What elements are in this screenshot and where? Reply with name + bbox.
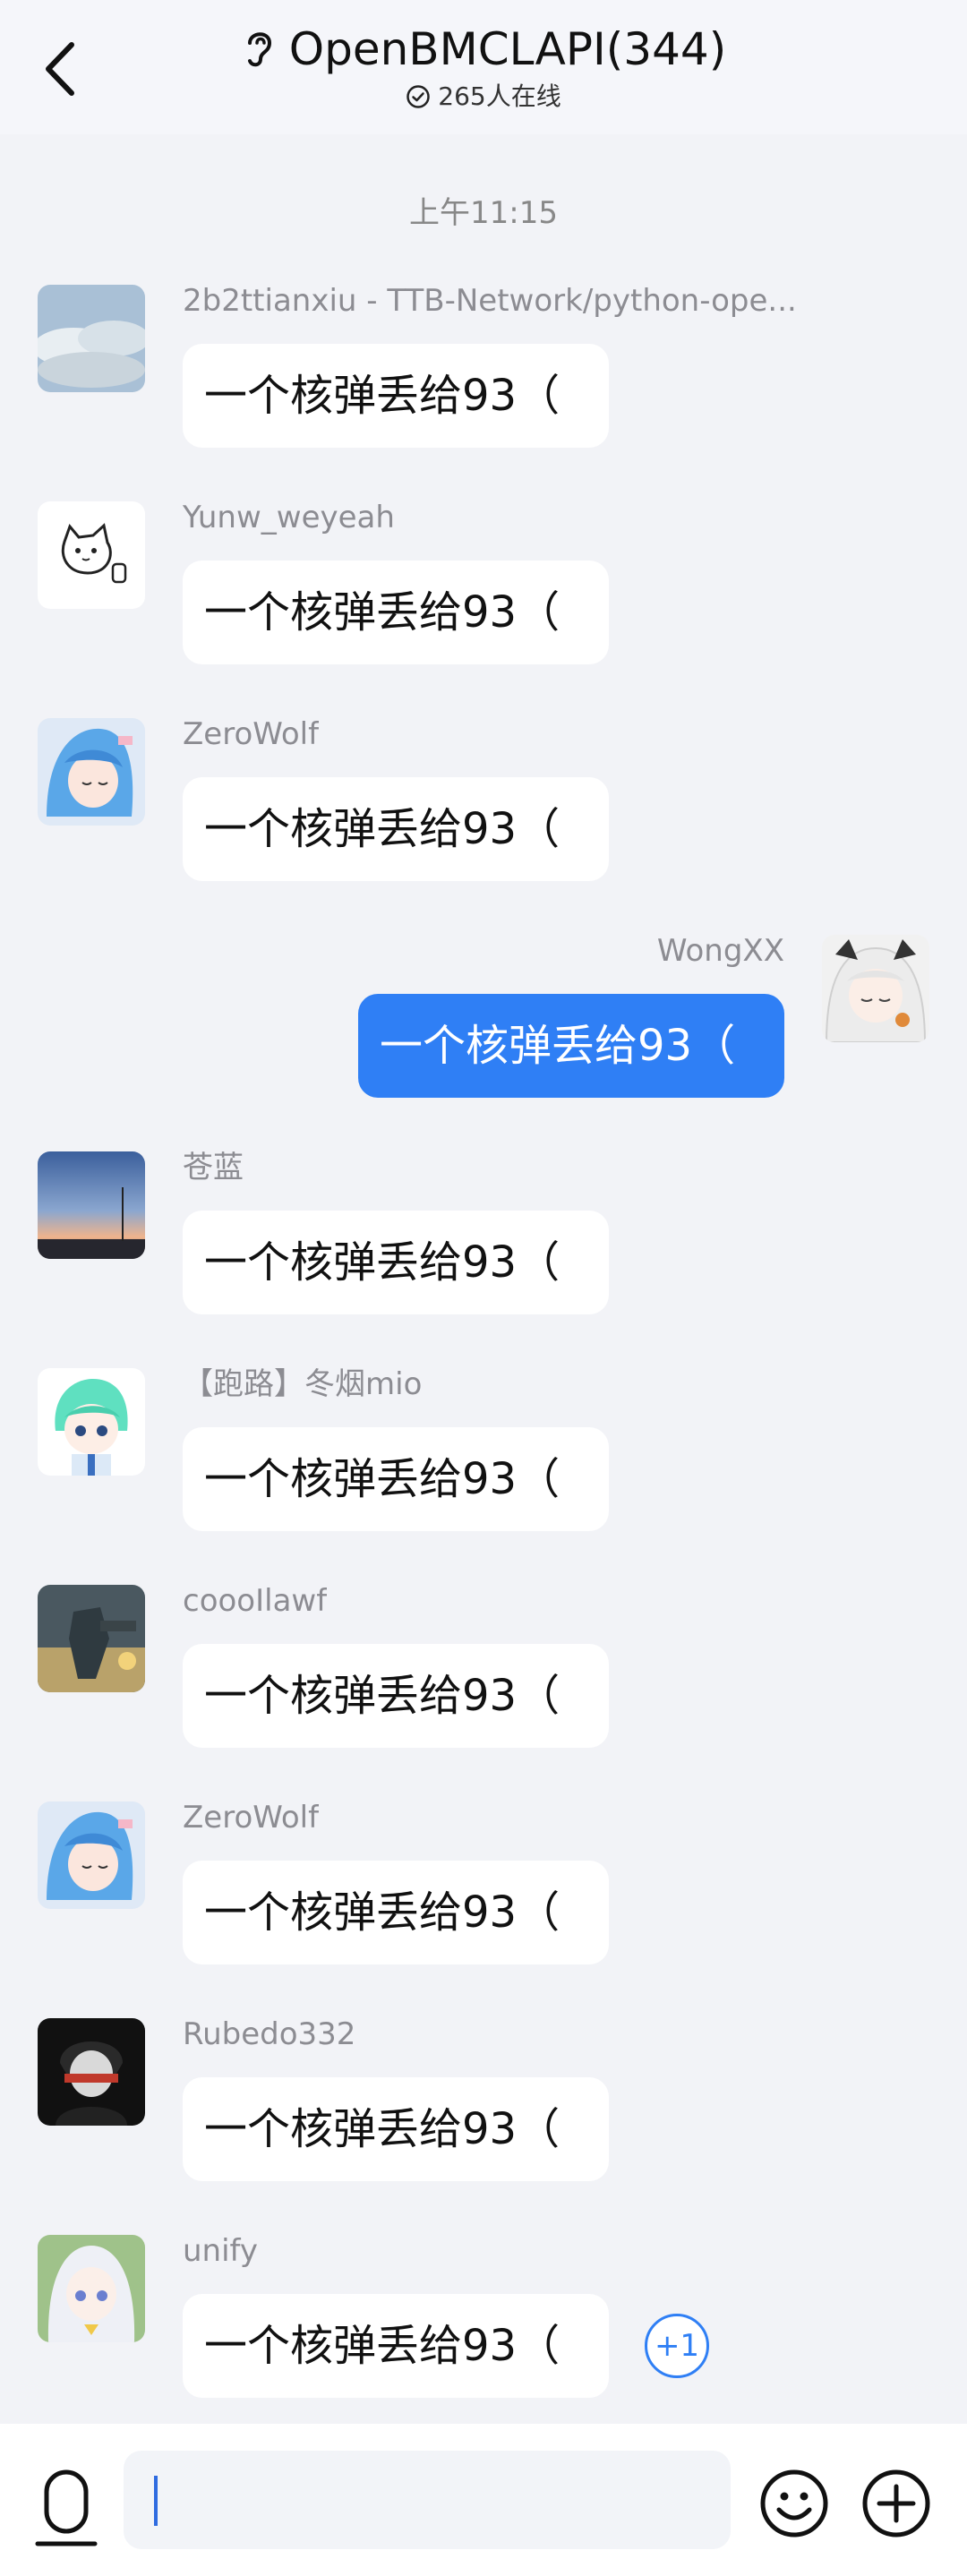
avatar[interactable] — [38, 501, 145, 609]
message-item: ZeroWolf 一个核弹丢给93（ — [0, 1800, 967, 2007]
message-bubble[interactable]: 一个核弹丢给93（ — [183, 2077, 609, 2181]
plus-one-button[interactable]: +1 — [645, 2314, 709, 2378]
ear-icon — [247, 32, 271, 67]
message-item: 苍蓝 一个核弹丢给93（ — [0, 1150, 967, 1357]
avatar[interactable] — [38, 1151, 145, 1259]
avatar[interactable] — [38, 1801, 145, 1909]
message-bubble[interactable]: 一个核弹丢给93（ — [183, 344, 609, 448]
message-item: 【跑路】冬烟mio 一个核弹丢给93（ — [0, 1366, 967, 1574]
sender-name: coooIlawf — [183, 1583, 328, 1619]
message-bubble[interactable]: 一个核弹丢给93（ — [183, 1427, 609, 1531]
avatar[interactable] — [38, 718, 145, 826]
sender-name: 苍蓝 — [183, 1150, 244, 1185]
text-caret — [154, 2476, 158, 2526]
sender-name: Yunw_weyeah — [183, 500, 395, 535]
message-bubble[interactable]: 一个核弹丢给93（ — [183, 1211, 609, 1314]
time-divider: 上午11:15 — [409, 195, 558, 231]
avatar[interactable] — [38, 2235, 145, 2342]
smiley-icon[interactable] — [759, 2469, 829, 2538]
message-item-self: WongXX 一个核弹丢给93（ — [0, 933, 967, 1141]
sender-name: Rubedo332 — [183, 2016, 356, 2052]
message-item: 2b2ttianxiu - TTB-Network/python-ope... … — [0, 283, 967, 491]
avatar[interactable] — [38, 285, 145, 392]
online-count: 265人在线 — [438, 81, 561, 111]
avatar[interactable] — [38, 1368, 145, 1476]
message-bubble[interactable]: 一个核弹丢给93（ — [358, 994, 784, 1098]
message-bubble[interactable]: 一个核弹丢给93（ — [183, 777, 609, 881]
message-bubble[interactable]: 一个核弹丢给93（ — [183, 561, 609, 664]
page-title[interactable]: OpenBMCLAPI(344) — [0, 18, 967, 81]
avatar[interactable] — [822, 935, 929, 1042]
message-bubble[interactable]: 一个核弹丢给93（ — [183, 2294, 609, 2398]
message-item: unify 一个核弹丢给93（ +1 — [0, 2233, 967, 2441]
message-input[interactable] — [124, 2451, 731, 2549]
avatar[interactable] — [38, 1585, 145, 1692]
sender-name: WongXX — [656, 933, 784, 969]
sender-name: ZeroWolf — [183, 716, 320, 752]
sender-name: unify — [183, 2233, 259, 2269]
message-item: Yunw_weyeah 一个核弹丢给93（ — [0, 500, 967, 707]
check-circle-icon — [406, 85, 431, 108]
online-status: 265人在线 — [0, 79, 967, 115]
message-item: Rubedo332 一个核弹丢给93（ — [0, 2016, 967, 2224]
group-title: OpenBMCLAPI(344) — [288, 23, 727, 75]
input-bar — [0, 2424, 967, 2576]
message-item: coooIlawf 一个核弹丢给93（ — [0, 1583, 967, 1791]
sender-name: 【跑路】冬烟mio — [183, 1366, 423, 1402]
plus-circle-icon[interactable] — [861, 2469, 931, 2538]
sender-name: ZeroWolf — [183, 1800, 320, 1836]
sender-name: 2b2ttianxiu - TTB-Network/python-ope... — [183, 283, 797, 319]
microphone-icon[interactable] — [30, 2467, 102, 2547]
message-bubble[interactable]: 一个核弹丢给93（ — [183, 1861, 609, 1964]
chat-header: OpenBMCLAPI(344) 265人在线 — [0, 0, 967, 134]
message-bubble[interactable]: 一个核弹丢给93（ — [183, 1644, 609, 1748]
message-item: ZeroWolf 一个核弹丢给93（ — [0, 716, 967, 924]
avatar[interactable] — [38, 2018, 145, 2126]
